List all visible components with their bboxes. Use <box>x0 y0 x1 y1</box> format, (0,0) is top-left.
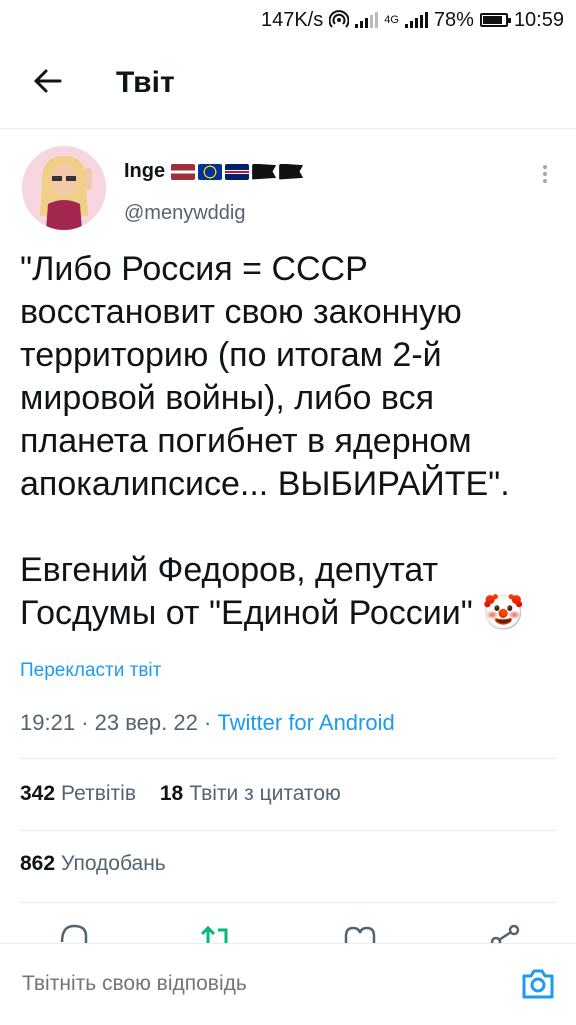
tweet-source-link[interactable]: Twitter for Android <box>217 710 394 735</box>
reply-input[interactable] <box>22 972 482 996</box>
network-speed: 147K/s <box>260 8 324 31</box>
latvia-flag-icon <box>171 163 196 180</box>
quotes-count: 18 <box>159 782 184 805</box>
signal-icon-2 <box>404 12 428 28</box>
network-type: 4G <box>384 14 399 26</box>
retweet-icon[interactable] <box>196 920 236 944</box>
uk-flag-icon <box>225 163 250 180</box>
likes-label: Уподобань <box>61 852 166 875</box>
action-bar <box>0 920 576 944</box>
camera-icon[interactable] <box>520 966 556 1002</box>
reply-icon[interactable] <box>54 920 94 944</box>
meta-separator-2: · <box>203 710 218 735</box>
quotes-label: Твіти з цитатою <box>189 782 341 805</box>
retweets-label: Ретвітів <box>61 782 136 805</box>
meta-separator: · <box>81 710 95 735</box>
back-arrow-icon[interactable] <box>30 64 64 98</box>
likes-stat[interactable]: 862 Уподобань <box>20 852 166 875</box>
divider-2 <box>20 830 556 831</box>
black-flag-icon <box>252 163 277 180</box>
tweet-text: "Либо Россия = СССР восстановит свою зак… <box>20 250 525 632</box>
stats-row: 342 Ретвітів 18 Твіти з цитатою <box>20 782 341 806</box>
tweet-date: 23 вер. 22 <box>94 710 198 735</box>
eu-flag-icon <box>198 163 223 180</box>
author-handle[interactable]: @menywddig <box>124 202 245 225</box>
signal-icon <box>355 12 379 28</box>
reply-bar <box>0 943 576 1025</box>
like-icon[interactable] <box>340 920 380 944</box>
status-bar: 147K/s 4G 78% 10:59 <box>0 0 576 40</box>
hotspot-icon <box>329 10 350 28</box>
divider <box>20 758 556 759</box>
translate-tweet-link[interactable]: Перекласти твіт <box>20 660 161 682</box>
top-bar: Твіт <box>0 40 576 129</box>
clock: 10:59 <box>513 8 564 31</box>
tweet-meta: 19:21 · 23 вер. 22 · Twitter for Android <box>20 710 395 736</box>
likes-count: 862 <box>20 852 56 875</box>
flags-group <box>171 163 304 180</box>
avatar[interactable] <box>22 146 106 230</box>
more-options-icon[interactable] <box>538 162 552 186</box>
page-title: Твіт <box>116 66 175 99</box>
likes-row: 862 Уподобань <box>20 852 166 876</box>
retweets-stat[interactable]: 342 Ретвітів <box>20 782 142 805</box>
retweets-count: 342 <box>20 782 56 805</box>
author-name: Inge <box>124 160 166 182</box>
divider-3 <box>20 902 556 903</box>
share-icon[interactable] <box>484 920 524 944</box>
quotes-stat[interactable]: 18 Твіти з цитатою <box>160 782 341 805</box>
author-row[interactable]: Inge <box>124 160 304 183</box>
tweet-time: 19:21 <box>20 710 76 735</box>
battery-percent: 78% <box>433 8 474 31</box>
black-flag-icon-2 <box>279 163 304 180</box>
battery-icon <box>479 13 511 27</box>
